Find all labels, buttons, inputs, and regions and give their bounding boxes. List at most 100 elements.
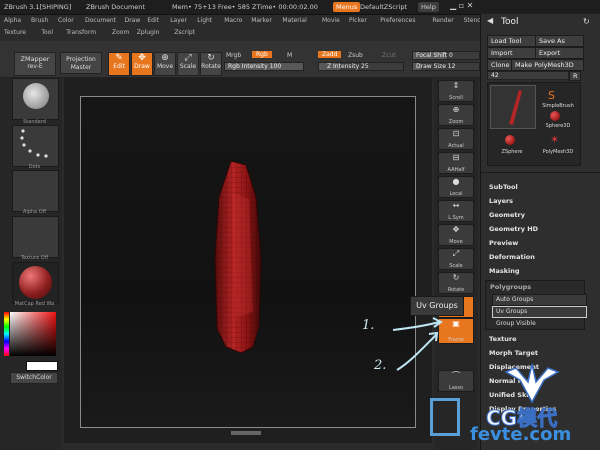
polymesh3d-icon[interactable]: ✶	[550, 133, 559, 146]
switchcolor-button[interactable]: SwitchColor	[10, 372, 58, 384]
zmapper-button[interactable]: ZMapper rev-E	[14, 52, 56, 76]
menu-texture[interactable]: Texture	[4, 29, 26, 36]
menu-zplugin[interactable]: Zplugin	[137, 29, 160, 36]
current-tool-thumb[interactable]	[490, 85, 536, 129]
aahalf-icon: ⊟	[452, 153, 460, 162]
menu-marker[interactable]: Marker	[251, 17, 272, 24]
rotate-button[interactable]: ↻ Rotate	[200, 52, 222, 76]
clone-button[interactable]: Clone	[487, 59, 512, 71]
menu-document[interactable]: Document	[85, 17, 116, 24]
auto-groups-button[interactable]: Auto Groups	[492, 294, 587, 306]
subpalette-morph-target[interactable]: Morph Target	[489, 349, 538, 357]
menu-zscript[interactable]: Zscript	[174, 29, 195, 36]
subpalette-geometry-hd[interactable]: Geometry HD	[489, 225, 538, 233]
actual-icon: ⊡	[452, 129, 460, 138]
import-button[interactable]: Import	[487, 47, 536, 59]
zsphere-icon[interactable]	[505, 135, 515, 145]
palette-dock-icon[interactable]: ◀	[487, 16, 493, 25]
menu-draw[interactable]: Draw	[125, 17, 141, 24]
menu-color[interactable]: Color	[58, 17, 74, 24]
menu-material[interactable]: Material	[282, 17, 306, 24]
menu-edit[interactable]: Edit	[147, 17, 159, 24]
export-button[interactable]: Export	[535, 47, 584, 59]
texture-thumb[interactable]	[12, 216, 59, 258]
focal-shift-slider[interactable]: Focal Shift 0	[412, 51, 480, 60]
palette-refresh-icon[interactable]: ↻	[583, 17, 590, 26]
rightshelf-move-button[interactable]: ✥ Move	[438, 224, 474, 246]
rightshelf-rotate-button[interactable]: ↻ Rotate	[438, 272, 474, 294]
polygroups-header[interactable]: Polygroups	[490, 283, 531, 291]
canvas-scroll-handle[interactable]	[231, 431, 261, 435]
menu-alpha[interactable]: Alpha	[4, 17, 21, 24]
m-button[interactable]: M	[287, 52, 292, 59]
sphere3d-icon[interactable]	[550, 111, 560, 121]
load-tool-button[interactable]: Load Tool	[487, 35, 536, 47]
subpalette-preview[interactable]: Preview	[489, 239, 518, 247]
standard-brush-thumb[interactable]	[12, 78, 59, 120]
menu-picker[interactable]: Picker	[349, 17, 367, 24]
scale-icon: ⤢	[452, 249, 460, 258]
r-button[interactable]: R	[569, 71, 581, 81]
rightshelf-scroll-button[interactable]: ⇕ Scroll	[438, 80, 474, 102]
subpalette-texture[interactable]: Texture	[489, 335, 517, 343]
menu-macro[interactable]: Macro	[224, 17, 242, 24]
menu-preferences[interactable]: Preferences	[380, 17, 415, 24]
rightshelf-lsym-button[interactable]: ↔ L.Sym	[438, 200, 474, 222]
polymesh-tool-icon	[509, 90, 522, 125]
tool-size-slider[interactable]: 42	[487, 71, 569, 80]
scroll-icon: ⇕	[452, 81, 460, 90]
menu-transform[interactable]: Transform	[66, 29, 96, 36]
dots-stroke-thumb[interactable]	[12, 125, 59, 167]
subpalette-deformation[interactable]: Deformation	[489, 253, 535, 261]
menu-light[interactable]: Light	[197, 17, 212, 24]
projection-master-button[interactable]: Projection Master	[60, 52, 102, 74]
z-intensity-slider[interactable]: Z Intensity 25	[318, 62, 404, 71]
rightshelf-actual-button[interactable]: ⊡ Actual	[438, 128, 474, 150]
memory-status: Mem• 75+13 Free• 585 ZTime• 00:00:02.00	[172, 3, 318, 11]
tool-size-value: 42	[491, 72, 499, 79]
zcut-button[interactable]: Zcut	[382, 52, 396, 59]
menu-render[interactable]: Render	[432, 17, 453, 24]
rgb-button[interactable]: Rgb	[252, 51, 272, 58]
title-bar: ZBrush 3.1[SHIPING] ZBrush Document Mem•…	[0, 0, 600, 15]
alpha-thumb[interactable]	[12, 170, 59, 212]
rgb-intensity-slider[interactable]: Rgb Intensity 100	[224, 62, 304, 71]
help-button[interactable]: Help	[418, 2, 439, 12]
edit-button[interactable]: ✎ Edit	[108, 52, 130, 76]
uv-groups-button[interactable]: Uv Groups	[492, 306, 587, 318]
zsub-button[interactable]: Zsub	[348, 52, 363, 59]
material-thumb[interactable]	[12, 262, 59, 304]
draw-button[interactable]: ✥ Draw	[131, 52, 153, 76]
subpalette-subtool[interactable]: SubTool	[489, 183, 518, 191]
draw-size-slider[interactable]: Draw Size 12	[412, 62, 480, 71]
subpalette-masking[interactable]: Masking	[489, 267, 520, 275]
rightshelf-local-button[interactable]: ● Local	[438, 176, 474, 198]
menus-button[interactable]: Menus	[333, 2, 361, 12]
menu-layer[interactable]: Layer	[170, 17, 187, 24]
subpalette-geometry[interactable]: Geometry	[489, 211, 525, 219]
default-zscript[interactable]: DefaultZScript	[360, 3, 407, 11]
make-polymesh3d-button[interactable]: Make PolyMesh3D	[511, 59, 584, 71]
standard-brush-icon	[23, 83, 49, 109]
rightshelf-aahalf-button[interactable]: ⊟ AAHalf	[438, 152, 474, 174]
menu-brush[interactable]: Brush	[31, 17, 48, 24]
scale-label: Scale	[449, 263, 463, 269]
hue-strip[interactable]	[4, 312, 9, 356]
window-controls-icon[interactable]: ▁ ▫ ✕	[450, 1, 473, 10]
mrgb-button[interactable]: Mrgb	[226, 52, 241, 59]
divider	[481, 172, 600, 173]
group-visible-button[interactable]: Group Visible	[492, 318, 587, 330]
zadd-button[interactable]: Zadd	[318, 51, 342, 58]
menu-zoom[interactable]: Zoom	[112, 29, 129, 36]
rightshelf-zoom-button[interactable]: ⊕ Zoom	[438, 104, 474, 126]
menu-movie[interactable]: Movie	[322, 17, 340, 24]
save-as-button[interactable]: Save As	[535, 35, 584, 47]
color-picker[interactable]	[10, 312, 56, 356]
simplebrush-icon[interactable]: S	[548, 89, 555, 102]
rightshelf-scale-button[interactable]: ⤢ Scale	[438, 248, 474, 270]
secondary-color-swatch[interactable]	[26, 361, 58, 371]
move-button[interactable]: ⊕ Move	[154, 52, 176, 76]
subpalette-layers[interactable]: Layers	[489, 197, 513, 205]
scale-button[interactable]: ⤢ Scale	[177, 52, 199, 76]
menu-tool[interactable]: Tool	[41, 29, 53, 36]
